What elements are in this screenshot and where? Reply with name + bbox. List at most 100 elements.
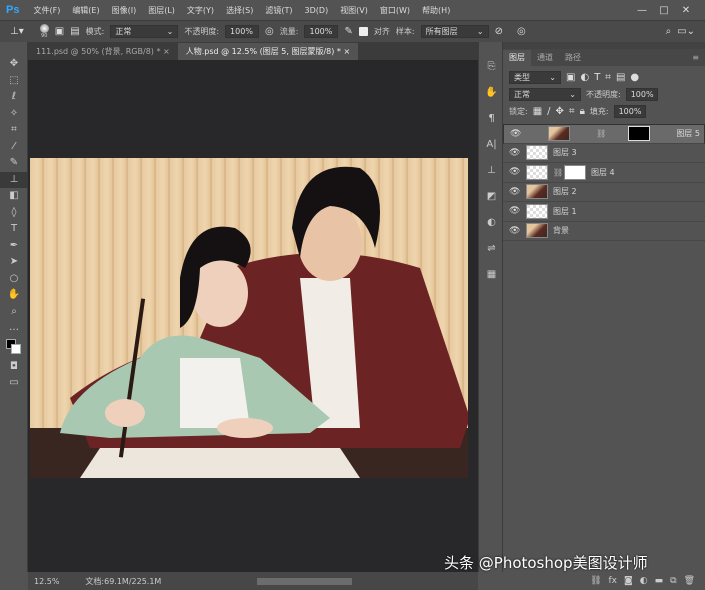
menu-help[interactable]: 帮助(H) [416, 5, 456, 16]
brush-tool-icon[interactable]: ✎ [0, 155, 28, 172]
layer-opacity-input[interactable]: 100% [625, 88, 658, 101]
menu-view[interactable]: 视图(V) [334, 5, 374, 16]
properties-icon[interactable]: ◩ [479, 184, 504, 210]
layer-row[interactable]: 👁︎ 图层 1 [503, 202, 705, 222]
layer-row[interactable]: 👁︎ 图层 2 [503, 183, 705, 202]
pressure-size-icon[interactable]: ◎ [517, 26, 526, 37]
libraries-icon[interactable]: ▦ [479, 262, 504, 288]
minimize-button[interactable]: — [631, 5, 653, 16]
close-tab-icon[interactable]: × [343, 47, 350, 56]
close-tab-icon[interactable]: × [163, 47, 170, 56]
new-group-icon[interactable]: ▬ [655, 576, 664, 586]
layer-row[interactable]: 👁︎ 图层 3 [503, 144, 705, 163]
horizontal-scrollbar[interactable] [257, 577, 353, 585]
menu-3d[interactable]: 3D(D) [299, 6, 335, 15]
tab-paths[interactable]: 路径 [559, 50, 587, 66]
new-layer-icon[interactable]: ⧉ [670, 576, 676, 586]
layer-row[interactable]: 👁︎ ⛓︎ 图层 4 [503, 163, 705, 183]
fx-icon[interactable]: fx [609, 576, 618, 586]
quick-select-tool-icon[interactable]: ✧ [0, 106, 28, 123]
pressure-opacity-icon[interactable]: ◎ [265, 26, 274, 37]
screen-mode-icon[interactable]: ▭ [0, 375, 28, 392]
menu-file[interactable]: 文件(F) [27, 5, 66, 16]
layer-row[interactable]: 👁︎ ⛓︎ 图层 5 [503, 124, 705, 144]
eye-icon[interactable]: 👁︎ [509, 226, 521, 236]
sliders-icon[interactable]: ⇌ [479, 236, 504, 262]
mask-thumbnail[interactable] [628, 126, 651, 142]
eyedropper-tool-icon[interactable]: ⁄ [0, 139, 28, 156]
blur-tool-icon[interactable]: ◊ [0, 205, 28, 222]
crop-tool-icon[interactable]: ⌗ [0, 122, 28, 139]
document-image[interactable] [30, 158, 468, 478]
type-tool-icon[interactable]: T [0, 221, 28, 238]
link-icon[interactable]: ⛓︎ [596, 129, 606, 138]
clone-stamp-icon[interactable]: ⊥▾ [10, 26, 24, 37]
lock-transparent-icon[interactable]: ▦ [533, 106, 542, 117]
clone-stamp-tool-icon[interactable]: ⊥ [0, 171, 28, 188]
lock-artboard-icon[interactable]: ⌗ [569, 106, 575, 117]
move-tool-icon[interactable]: ✥ [0, 56, 28, 73]
path-select-tool-icon[interactable]: ➤ [0, 254, 28, 271]
menu-select[interactable]: 选择(S) [220, 5, 259, 16]
tab-111-psd[interactable]: 111.psd @ 50% (背景, RGB/8) * × [28, 43, 178, 60]
add-mask-icon[interactable]: ◙ [624, 576, 633, 586]
menu-filter[interactable]: 滤镜(T) [259, 5, 298, 16]
ignore-adjustment-icon[interactable]: ⊘ [495, 26, 503, 37]
tab-channels[interactable]: 通道 [531, 50, 559, 66]
lock-image-icon[interactable]: / [547, 106, 550, 117]
eye-icon[interactable]: 👁︎ [509, 206, 521, 216]
menu-window[interactable]: 窗口(W) [374, 5, 416, 16]
opacity-input[interactable]: 100% [225, 25, 260, 38]
menu-layer[interactable]: 图层(L) [142, 5, 181, 16]
blend-mode-select[interactable]: 正常 ⌄ [509, 88, 581, 101]
zoom-tool-icon[interactable]: ⌕ [0, 304, 28, 321]
tab-layers[interactable]: 图层 [503, 50, 531, 66]
sample-select[interactable]: 所有图层 ⌄ [420, 25, 489, 38]
filter-toggle-icon[interactable]: ● [630, 72, 639, 83]
filter-type-select[interactable]: 类型 ⌄ [509, 71, 561, 84]
adjustment-layer-icon[interactable]: ◐ [640, 576, 648, 586]
fill-input[interactable]: 100% [613, 105, 646, 118]
paragraph-icon[interactable]: ¶ [479, 106, 504, 132]
lock-position-icon[interactable]: ✥ [556, 106, 564, 117]
link-icon[interactable]: ⛓︎ [553, 168, 563, 177]
clone-source-panel-icon[interactable]: ⊥ [479, 158, 504, 184]
filter-pixel-icon[interactable]: ▣ [566, 72, 575, 83]
eye-icon[interactable]: 👁︎ [509, 167, 521, 177]
brush-settings-icon[interactable]: ✋ [479, 80, 504, 106]
link-layers-icon[interactable]: ⛓︎ [590, 576, 601, 586]
eye-icon[interactable]: 👁︎ [509, 187, 521, 197]
maximize-button[interactable]: □ [653, 5, 675, 16]
menu-image[interactable]: 图像(I) [106, 5, 143, 16]
align-checkbox[interactable] [358, 27, 368, 36]
filter-type-icon[interactable]: T [594, 72, 600, 83]
more-tools-icon[interactable]: … [0, 320, 28, 337]
eye-icon[interactable]: 👁︎ [509, 148, 521, 158]
brush-preset-picker[interactable]: 90 [39, 24, 49, 39]
workspace-icon[interactable]: ▭⌄ [677, 26, 695, 37]
brush-panel-icon[interactable]: ▣ [55, 26, 64, 37]
zoom-level[interactable]: 12.5% [34, 577, 59, 586]
panel-menu-icon[interactable]: ≡ [686, 50, 705, 66]
airbrush-icon[interactable]: ✎ [344, 26, 352, 37]
lock-all-icon[interactable]: 🔒︎ [580, 106, 585, 117]
mode-select[interactable]: 正常 ⌄ [110, 25, 179, 38]
filter-adjustment-icon[interactable]: ◐ [580, 72, 589, 83]
quick-mask-icon[interactable]: ◘ [0, 359, 28, 376]
pen-tool-icon[interactable]: ✒ [0, 238, 28, 255]
lasso-tool-icon[interactable]: ℓ [0, 89, 28, 106]
clone-source-icon[interactable]: ▤ [70, 26, 79, 37]
marquee-tool-icon[interactable]: ⬚ [0, 73, 28, 90]
shape-tool-icon[interactable]: ○ [0, 271, 28, 288]
hand-tool-icon[interactable]: ✋ [0, 287, 28, 304]
adjustments-icon[interactable]: ◐ [479, 210, 504, 236]
filter-shape-icon[interactable]: ⌗ [605, 72, 611, 83]
eye-icon[interactable]: 👁︎ [510, 129, 522, 139]
menu-edit[interactable]: 编辑(E) [66, 5, 105, 16]
eraser-tool-icon[interactable]: ◧ [0, 188, 28, 205]
tab-renwu-psd[interactable]: 人物.psd @ 12.5% (图层 5, 图层蒙版/8) * × [177, 43, 359, 60]
menu-type[interactable]: 文字(Y) [181, 5, 220, 16]
filter-smart-icon[interactable]: ▤ [616, 72, 625, 83]
mask-thumbnail[interactable] [564, 164, 586, 180]
flow-input[interactable]: 100% [304, 25, 339, 38]
